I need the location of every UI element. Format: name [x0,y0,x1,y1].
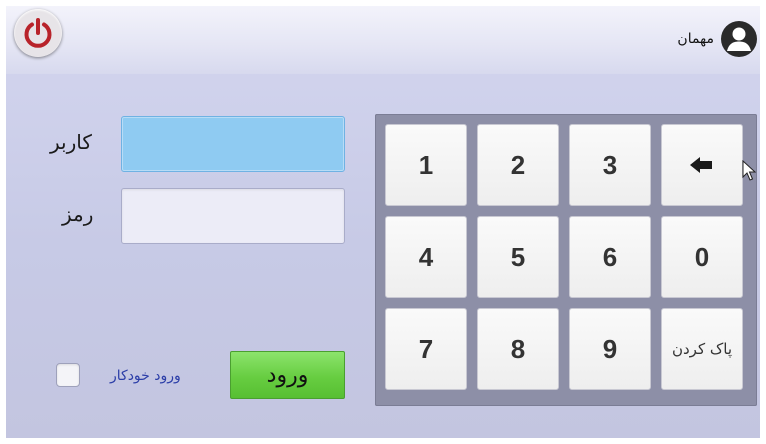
auto-login-label[interactable]: ورود خودکار [110,368,181,384]
key-0[interactable]: 0 [661,216,743,298]
username-label: کاربر [50,130,92,154]
login-screen: مهمان کاربر رمز ورود خودکار ورود 1 2 3 4… [6,6,760,438]
key-8[interactable]: 8 [477,308,559,390]
power-icon [24,18,52,48]
user-avatar-icon [721,21,757,57]
user-area[interactable]: مهمان [677,19,758,59]
key-6[interactable]: 6 [569,216,651,298]
key-backspace[interactable] [661,124,743,206]
auto-login-checkbox[interactable] [56,363,80,387]
user-name: مهمان [677,31,714,47]
auto-login-row [56,363,80,387]
key-9[interactable]: 9 [569,308,651,390]
power-button[interactable] [14,9,62,57]
key-3[interactable]: 3 [569,124,651,206]
backspace-arrow-icon [690,157,712,173]
username-input[interactable] [121,116,345,172]
key-2[interactable]: 2 [477,124,559,206]
password-label: رمز [62,202,94,226]
key-7[interactable]: 7 [385,308,467,390]
login-button[interactable]: ورود [230,351,345,399]
key-1[interactable]: 1 [385,124,467,206]
key-5[interactable]: 5 [477,216,559,298]
top-bar: مهمان [6,6,760,74]
numeric-keypad: 1 2 3 4 5 6 0 7 8 9 پاک کردن [375,114,757,406]
password-input[interactable] [121,188,345,244]
mouse-cursor-icon [742,160,756,181]
key-clear[interactable]: پاک کردن [661,308,743,390]
key-4[interactable]: 4 [385,216,467,298]
